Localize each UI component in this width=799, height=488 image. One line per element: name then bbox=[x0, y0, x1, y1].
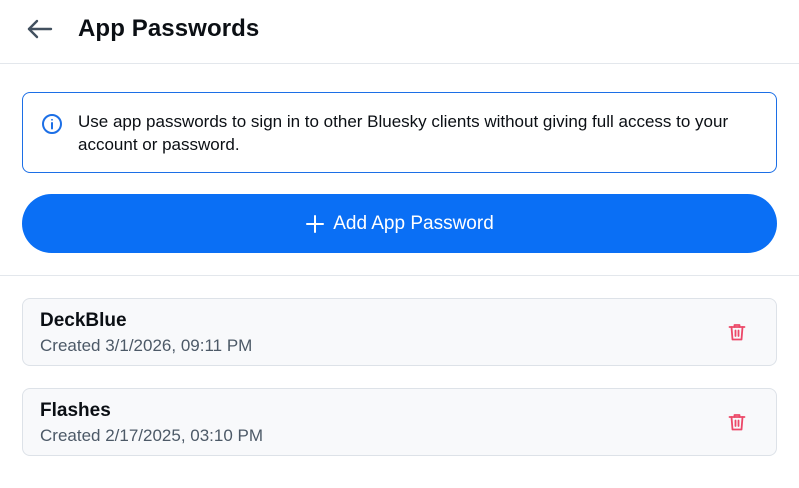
section-divider bbox=[0, 275, 799, 276]
page-title: App Passwords bbox=[78, 15, 260, 42]
app-password-created: Created 3/1/2026, 09:11 PM bbox=[40, 336, 253, 355]
arrow-left-icon bbox=[27, 19, 53, 39]
add-app-password-button[interactable]: Add App Password bbox=[22, 194, 777, 253]
app-password-item: Flashes Created 2/17/2025, 03:10 PM bbox=[22, 388, 777, 456]
back-button[interactable] bbox=[24, 15, 56, 43]
app-password-name: Flashes bbox=[40, 400, 111, 421]
info-notice: Use app passwords to sign in to other Bl… bbox=[22, 92, 777, 173]
trash-icon bbox=[728, 414, 746, 431]
delete-app-password-button[interactable] bbox=[726, 411, 748, 433]
app-password-item: DeckBlue Created 3/1/2026, 09:11 PM bbox=[22, 298, 777, 366]
app-password-list: DeckBlue Created 3/1/2026, 09:11 PM Flas… bbox=[22, 298, 777, 478]
info-text: Use app passwords to sign in to other Bl… bbox=[78, 112, 729, 154]
delete-app-password-button[interactable] bbox=[726, 321, 748, 343]
plus-icon bbox=[306, 214, 325, 233]
app-password-name: DeckBlue bbox=[40, 310, 127, 331]
app-password-created: Created 2/17/2025, 03:10 PM bbox=[40, 426, 264, 445]
info-circle-icon bbox=[42, 114, 62, 134]
add-app-password-label: Add App Password bbox=[333, 212, 494, 234]
trash-icon bbox=[728, 324, 746, 341]
page-header: App Passwords bbox=[0, 0, 799, 64]
